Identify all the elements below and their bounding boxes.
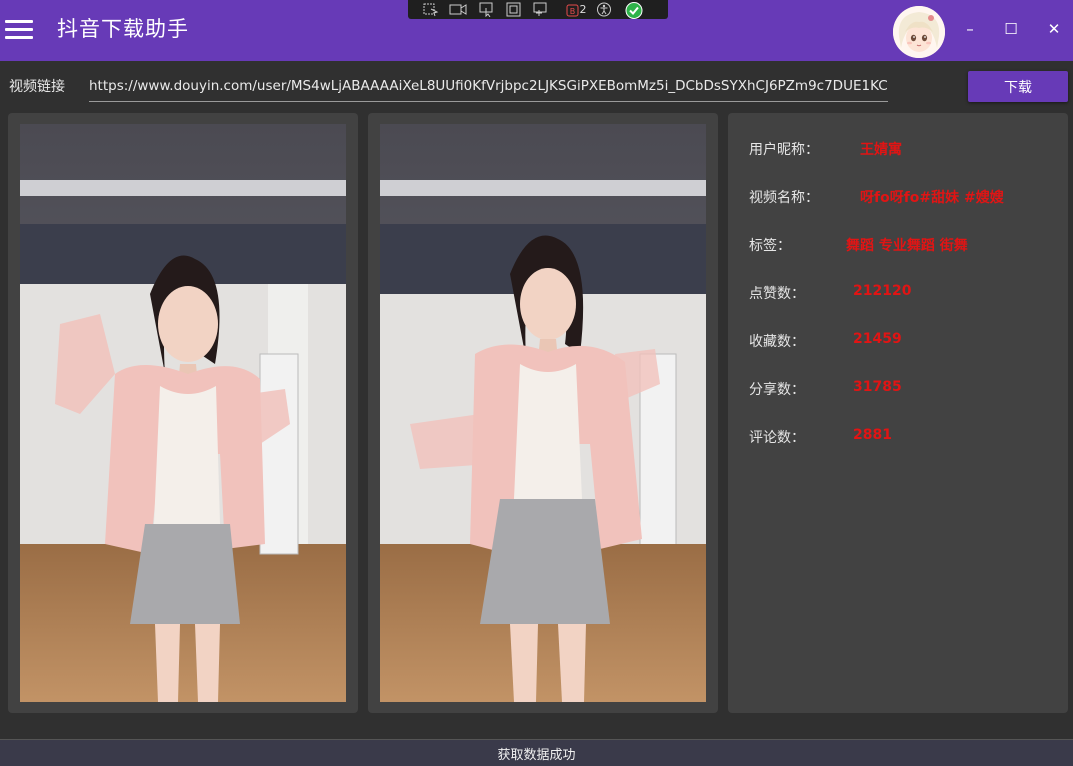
url-input[interactable] <box>89 70 888 102</box>
app-title: 抖音下载助手 <box>57 17 189 41</box>
rect-select-icon[interactable] <box>505 1 523 18</box>
video-card-2 <box>368 113 718 713</box>
url-label: 视频链接 <box>9 79 65 95</box>
video-thumbnail[interactable] <box>380 124 706 702</box>
accessibility-icon[interactable] <box>595 1 613 18</box>
likes-value: 212120 <box>853 283 912 299</box>
nickname-value: 王婧寓 <box>860 142 902 158</box>
likes-label: 点赞数： <box>749 286 805 302</box>
status-text: 获取数据成功 <box>497 748 576 763</box>
favorites-label: 收藏数： <box>749 334 805 350</box>
tags-value: 舞蹈 专业舞蹈 街舞 <box>846 238 968 254</box>
hot-reload-icon[interactable] <box>532 1 550 18</box>
nickname-label: 用户昵称： <box>749 142 819 158</box>
comments-label: 评论数： <box>749 430 805 446</box>
debug-toolbar: B2 <box>408 0 668 19</box>
download-button[interactable]: 下载 <box>968 71 1068 102</box>
shares-label: 分享数： <box>749 382 805 398</box>
maximize-button[interactable]: ☐ <box>996 15 1026 43</box>
select-element-icon[interactable] <box>422 1 440 18</box>
menu-icon[interactable] <box>5 18 33 40</box>
minimize-button[interactable]: – <box>955 15 985 43</box>
pointer-icon[interactable] <box>478 1 496 18</box>
title-bar: 抖音下载助手 B2 – ☐ ✕ <box>0 0 1073 61</box>
binding-errors-icon[interactable]: B2 <box>562 1 590 18</box>
user-avatar[interactable] <box>893 6 945 58</box>
favorites-value: 21459 <box>853 331 902 347</box>
close-button[interactable]: ✕ <box>1039 15 1069 43</box>
video-name-value: 呀fo呀fo#甜妹 #嫂嫂 <box>860 190 1004 206</box>
check-icon[interactable] <box>624 1 644 19</box>
comments-value: 2881 <box>853 427 892 443</box>
video-name-label: 视频名称： <box>749 190 819 206</box>
info-panel: 用户昵称： 王婧寓 视频名称： 呀fo呀fo#甜妹 #嫂嫂 标签： 舞蹈 专业舞… <box>728 113 1068 713</box>
video-card-1 <box>8 113 358 713</box>
status-bar: 获取数据成功 <box>0 739 1073 766</box>
tags-label: 标签： <box>749 238 791 254</box>
video-thumbnail[interactable] <box>20 124 346 702</box>
svg-text:B: B <box>569 7 575 16</box>
shares-value: 31785 <box>853 379 902 395</box>
video-record-icon[interactable] <box>448 1 468 18</box>
